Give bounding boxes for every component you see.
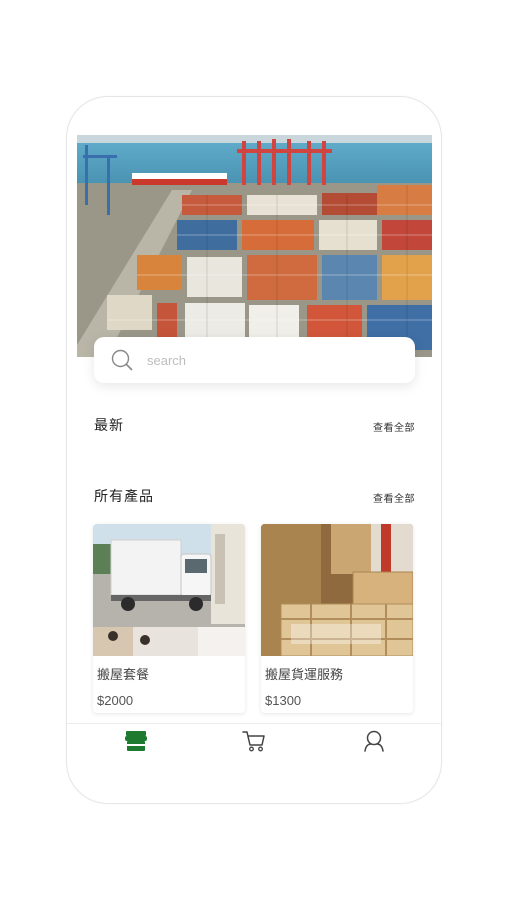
- see-all-latest-link[interactable]: 查看全部: [373, 419, 415, 434]
- product-card[interactable]: 搬屋套餐 $2000: [93, 524, 245, 713]
- nav-tab-profile[interactable]: [359, 729, 389, 757]
- product-card[interactable]: 搬屋貨運服務 $1300: [261, 524, 413, 713]
- product-name: 搬屋套餐: [97, 667, 150, 682]
- search-bar[interactable]: search: [94, 337, 415, 383]
- section-title-all-products: 所有產品: [94, 488, 154, 504]
- hero-banner-image: [77, 135, 432, 357]
- bottom-nav-divider: [67, 723, 441, 724]
- section-title-latest: 最新: [94, 417, 124, 433]
- product-price: $1300: [265, 693, 302, 708]
- search-input[interactable]: search: [147, 353, 186, 368]
- search-icon: [111, 349, 133, 371]
- profile-icon: [363, 730, 385, 757]
- app-screen: search 最新 查看全部 所有產品 查看全部 搬屋套餐 $2000 搬屋貨運…: [66, 96, 442, 804]
- see-all-products-link[interactable]: 查看全部: [373, 490, 415, 505]
- product-price: $2000: [97, 693, 134, 708]
- store-icon: [124, 730, 148, 757]
- nav-tab-cart[interactable]: [239, 729, 269, 757]
- product-name: 搬屋貨運服務: [265, 667, 344, 682]
- product-image-crates: [261, 524, 413, 656]
- nav-tab-store[interactable]: [121, 729, 151, 757]
- product-image-truck: [93, 524, 245, 656]
- cart-icon: [242, 730, 266, 757]
